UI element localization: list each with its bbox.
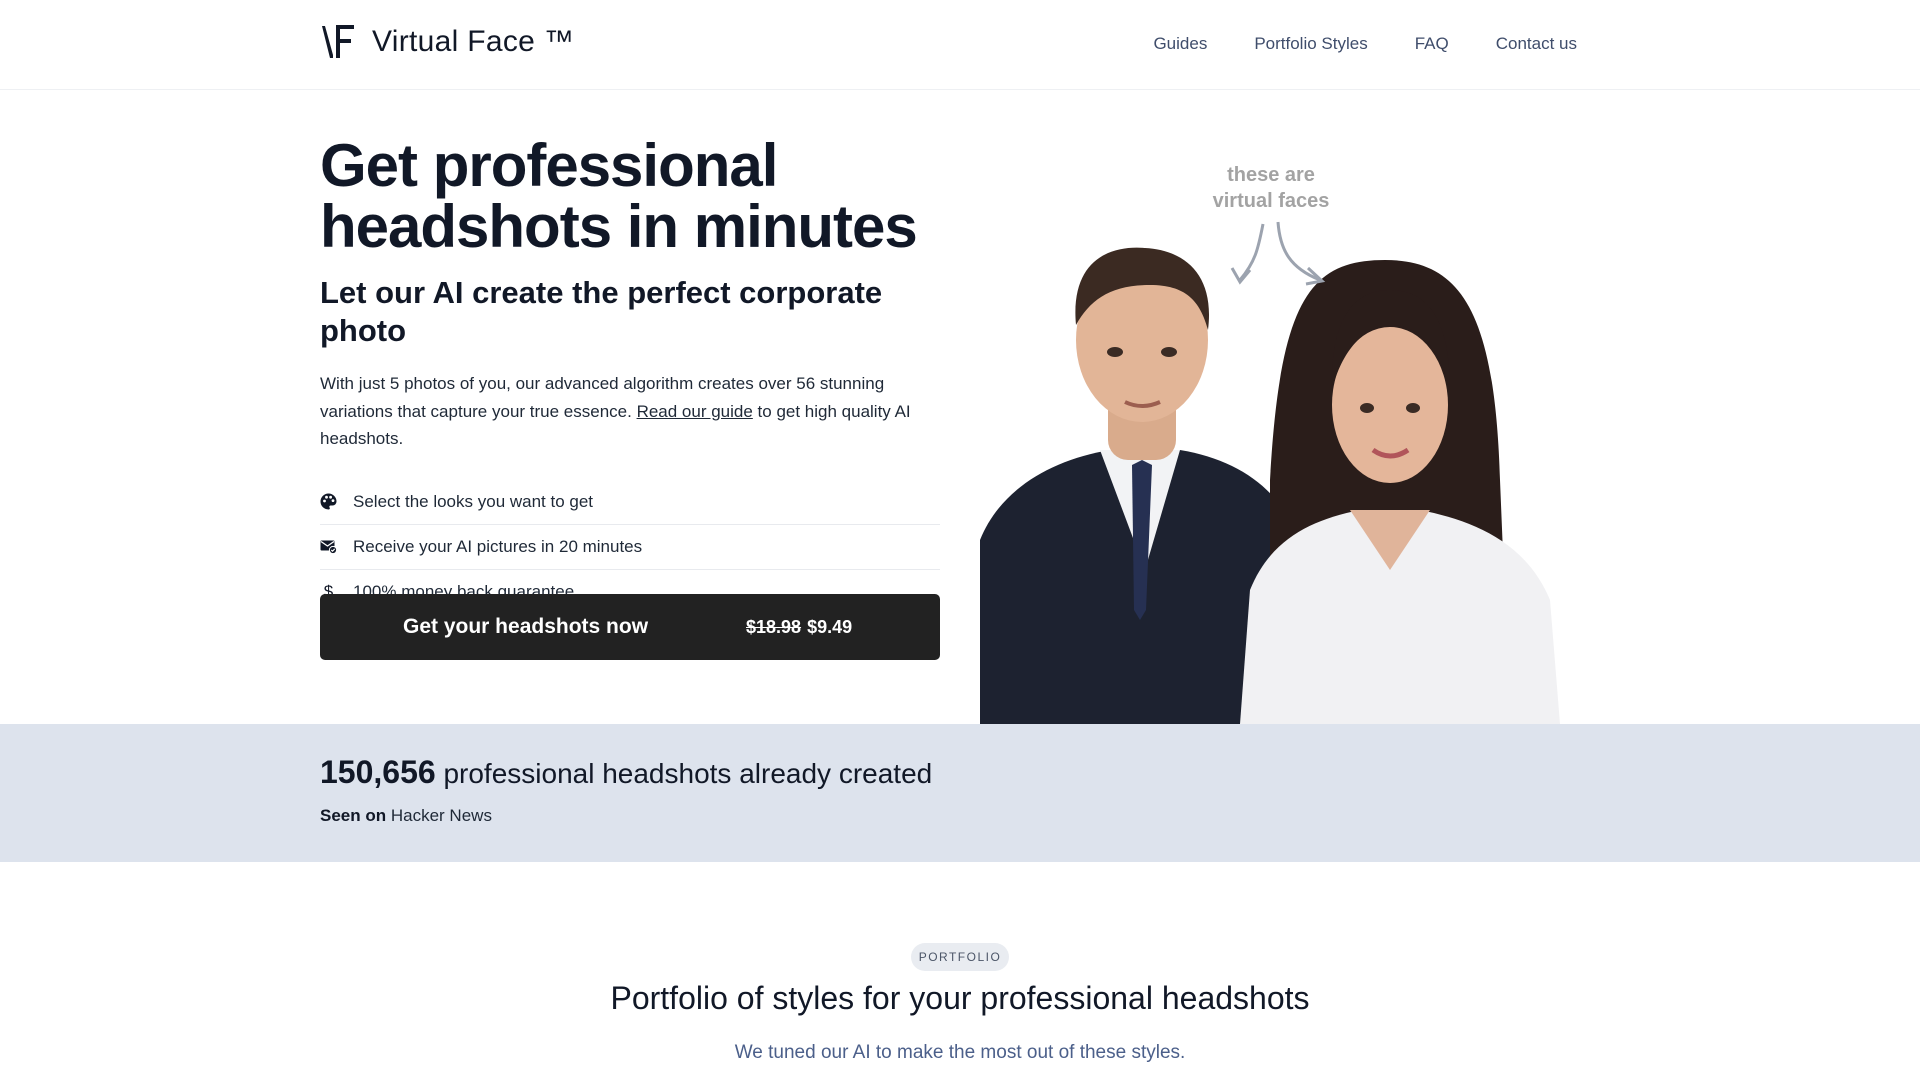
old-price: $18.98 [746,616,802,637]
nav-guides[interactable]: Guides [1153,34,1207,54]
nav-faq[interactable]: FAQ [1415,34,1449,54]
new-price: $9.49 [807,616,853,637]
site-header: Virtual Face ™ Guides Portfolio Styles F… [0,0,1920,90]
headshots-count: 150,656 [320,754,436,790]
brand-logo[interactable]: Virtual Face ™ [320,22,574,62]
vf-logo-icon [322,25,354,58]
portfolio-badge: PORTFOLIO [911,943,1009,971]
hero-description: With just 5 photos of you, our advanced … [320,370,942,453]
seen-on-label: Seen on [320,806,387,825]
brand-name: Virtual Face ™ [372,25,575,58]
feature-item: Receive your AI pictures in 20 minutes [320,525,940,570]
read-guide-link[interactable]: Read our guide [637,402,753,421]
seen-on-source[interactable]: Hacker News [391,806,492,825]
feature-item: Select the looks you want to get [320,480,940,525]
main-nav: Guides Portfolio Styles FAQ Contact us [1153,34,1577,54]
nav-portfolio-styles[interactable]: Portfolio Styles [1254,34,1367,54]
hero-subtitle: Let our AI create the perfect corporate … [320,275,883,348]
feature-text: Select the looks you want to get [353,491,594,511]
feature-text: Receive your AI pictures in 20 minutes [353,536,643,556]
headshots-count-line: 150,656 professional headshots already c… [320,754,932,791]
cta-label: Get your headshots now [403,615,649,638]
palette-icon [320,493,337,510]
cta-price: $18.98 $9.49 [746,617,852,638]
arrow-icons [1230,221,1326,286]
hero-content: Get professional headshots in minutes Le… [320,135,942,615]
female-headshot [1240,260,1560,724]
mail-check-icon [320,538,337,555]
get-headshots-button[interactable]: Get your headshots now $18.98 $9.49 [320,594,940,660]
stats-band: 150,656 professional headshots already c… [0,724,1920,862]
portfolio-title: Portfolio of styles for your professiona… [610,980,1310,1016]
hero-title: Get professional headshots in minutes [320,132,918,260]
seen-on: Seen on Hacker News [320,806,492,826]
nav-contact-us[interactable]: Contact us [1496,34,1577,54]
headshots-count-text: professional headshots already created [435,758,933,789]
hero-headshots-image [980,221,1560,724]
virtual-faces-annotation: these are virtual faces [1212,164,1330,212]
portfolio-subtitle: We tuned our AI to make the most out of … [734,1042,1186,1063]
